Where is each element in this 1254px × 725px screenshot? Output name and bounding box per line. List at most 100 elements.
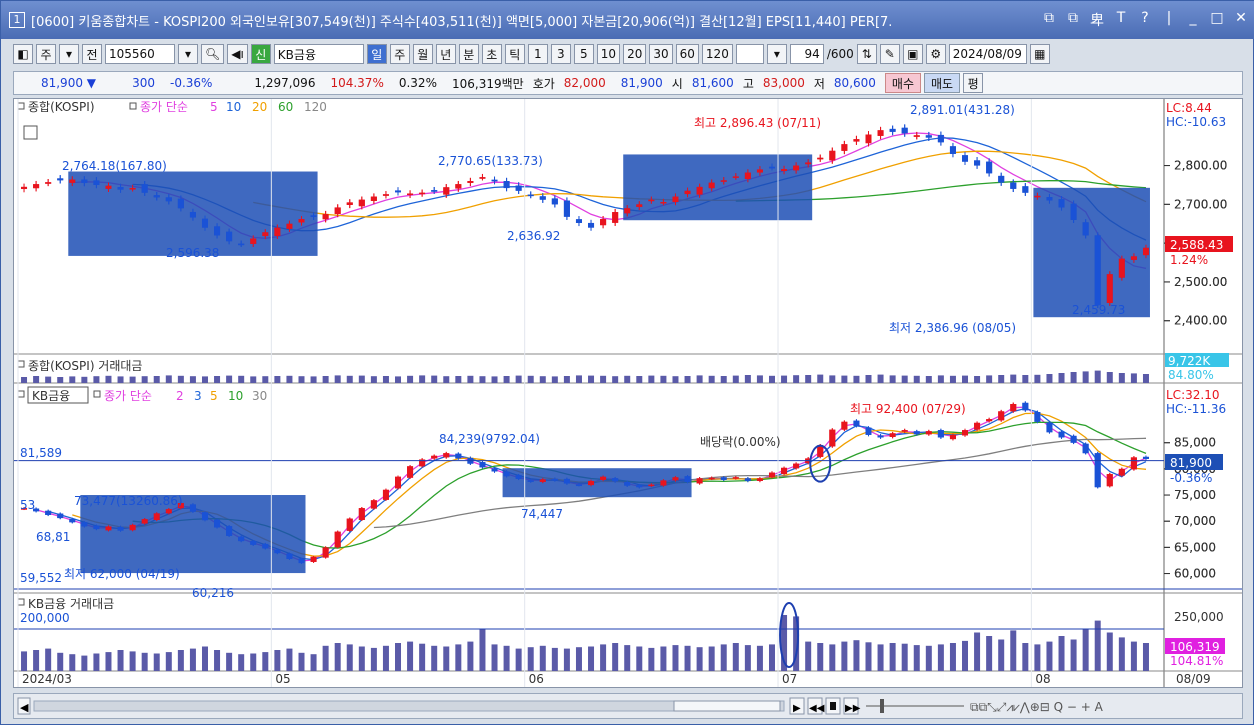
kospi-volume-bar <box>334 375 341 383</box>
search-icon[interactable]: 🔍︎ <box>201 44 225 64</box>
kospi-volume-bar <box>358 375 365 383</box>
help-icon[interactable]: ? <box>1137 10 1153 30</box>
tab-minute[interactable]: 분 <box>458 44 479 64</box>
scroll-bar[interactable]: ◀ ▶ ◀◀ ▶▶ ⧉⧉⤡⤢⩘⩗⋀⊕⊟ Q − + A <box>13 693 1243 719</box>
kospi-volume-bar <box>189 376 196 383</box>
kb-volume-bar <box>1070 639 1077 671</box>
kb-over-candle <box>913 431 920 435</box>
legend-kospi-name: 종합(KOSPI) <box>28 100 95 114</box>
kb-volume-bar <box>346 644 353 671</box>
restore-icon[interactable]: ⧉ <box>1041 10 1057 30</box>
code-input[interactable]: 105560 <box>105 44 175 64</box>
chevron-down-icon[interactable]: ▾ <box>178 44 198 64</box>
maximize-icon[interactable]: □ <box>1209 10 1225 30</box>
zoom-slider-handle[interactable] <box>880 699 884 713</box>
kb-over-candle <box>732 477 739 479</box>
kb-volume-bar <box>937 644 944 671</box>
gear-icon[interactable]: ⚙ <box>925 44 946 64</box>
kb-over-candle <box>1082 443 1089 454</box>
kospi-over-candle <box>141 184 148 193</box>
chart-settings-icon[interactable]: ⇅ <box>856 44 877 64</box>
type-select[interactable]: 주 <box>36 44 56 64</box>
legend-kospi-ma60: 60 <box>278 100 293 114</box>
bid-price: 81,900 <box>620 76 663 90</box>
kospi-volume-bar <box>419 375 426 383</box>
draw-icon[interactable]: ✎ <box>879 44 900 64</box>
prev-button[interactable]: 전 <box>82 44 102 64</box>
tab-week[interactable]: 주 <box>389 44 410 64</box>
date-input[interactable]: 2024/08/09 <box>948 44 1027 64</box>
kb-volume-bar <box>539 645 546 671</box>
tile-icon[interactable]: ⧉ <box>1065 10 1081 30</box>
kb-volume-bar <box>998 639 1005 671</box>
interval-1[interactable]: 1 <box>527 44 548 64</box>
kospi-over-candle <box>781 169 788 172</box>
interval-60[interactable]: 60 <box>675 44 699 64</box>
kb-volume-bar <box>575 647 582 671</box>
interval-5[interactable]: 5 <box>573 44 594 64</box>
kb-volume-bar <box>503 645 510 671</box>
play-icon: ▶ <box>793 703 801 714</box>
kospi-over-candle <box>274 227 281 236</box>
divider: | <box>1166 10 1172 26</box>
interval-20[interactable]: 20 <box>623 44 647 64</box>
chart-svg[interactable]: 종합(KOSPI) 종가 단순 5 10 20 60 120 종합(KOSPI)… <box>14 99 1242 687</box>
count-input[interactable]: 94 <box>789 44 824 64</box>
kb-volume-bar <box>1058 636 1065 671</box>
kb-over-candle <box>503 471 510 477</box>
kospi-over-candle <box>986 161 993 174</box>
speaker-icon[interactable]: ◀ı <box>227 44 248 64</box>
custom-interval-input[interactable] <box>735 44 764 64</box>
x-tick-label-last: 08/09 <box>1176 672 1211 686</box>
sell-button[interactable]: 매도 <box>924 73 961 93</box>
kb-over-candle <box>962 430 969 436</box>
interval-10[interactable]: 10 <box>596 44 621 64</box>
pin-icon[interactable]: 卑 <box>1089 10 1105 30</box>
kb-volume-bar <box>201 646 208 671</box>
kb-volume-bar <box>756 645 763 671</box>
kb-over-candle <box>358 508 365 520</box>
calendar-icon[interactable]: ▦ <box>1029 44 1050 64</box>
chevron-down-icon[interactable]: ▾ <box>59 44 79 64</box>
kb-over-candle <box>1070 435 1077 443</box>
tab-tick[interactable]: 틱 <box>504 44 525 64</box>
kospi-over-candle <box>793 165 800 171</box>
kospi-volume-bar <box>841 375 848 383</box>
kospi-volume-bar <box>467 375 474 383</box>
interval-30[interactable]: 30 <box>649 44 673 64</box>
kospi-over-candle <box>660 202 667 204</box>
kospi-over-candle <box>455 184 462 189</box>
kospi-volume-bar <box>407 375 414 383</box>
kospi-over-candle <box>358 199 365 207</box>
scroll-thumb[interactable] <box>673 700 781 712</box>
font-icon[interactable]: T <box>1113 10 1129 30</box>
kospi-volume-bar <box>310 376 317 383</box>
legend-kb-ma3: 3 <box>194 389 202 403</box>
save-icon[interactable]: ▣ <box>902 44 923 64</box>
tab-day[interactable]: 일 <box>366 44 387 64</box>
kospi-volume-bar <box>949 375 956 383</box>
interval-120[interactable]: 120 <box>701 44 733 64</box>
scroll-track[interactable] <box>33 700 785 712</box>
minimize-icon[interactable]: _ <box>1185 10 1201 30</box>
kb-over-candle <box>298 558 305 564</box>
tab-year[interactable]: 년 <box>435 44 456 64</box>
chevron-down-icon[interactable]: ▾ <box>766 44 787 64</box>
chart-area[interactable]: 종합(KOSPI) 종가 단순 5 10 20 60 120 종합(KOSPI)… <box>13 98 1243 688</box>
kospi-over-candle <box>226 231 233 242</box>
scroll-svg[interactable]: ◀ ▶ ◀◀ ▶▶ ⧉⧉⤡⤢⩘⩗⋀⊕⊟ Q − + A <box>14 694 1242 718</box>
chart-tools-icon[interactable]: ⧉⧉⤡⤢⩘⩗⋀⊕⊟ Q − + A <box>970 700 1104 714</box>
buy-button[interactable]: 매수 <box>884 73 922 93</box>
tab-month[interactable]: 월 <box>412 44 433 64</box>
tab-second[interactable]: 초 <box>481 44 502 64</box>
interval-3[interactable]: 3 <box>550 44 571 64</box>
kb-over-candle <box>370 500 377 509</box>
window-number[interactable]: 1 <box>9 12 25 28</box>
kospi-volume-bar <box>684 376 691 383</box>
hoga-label: 호가 <box>532 76 555 91</box>
average-button[interactable]: 평 <box>963 73 984 93</box>
kospi-over-candle <box>829 150 836 161</box>
stock-name-field[interactable]: KB금융 <box>273 44 364 64</box>
close-icon[interactable]: ✕ <box>1233 10 1249 30</box>
layout-icon[interactable]: ◧ <box>13 44 33 64</box>
